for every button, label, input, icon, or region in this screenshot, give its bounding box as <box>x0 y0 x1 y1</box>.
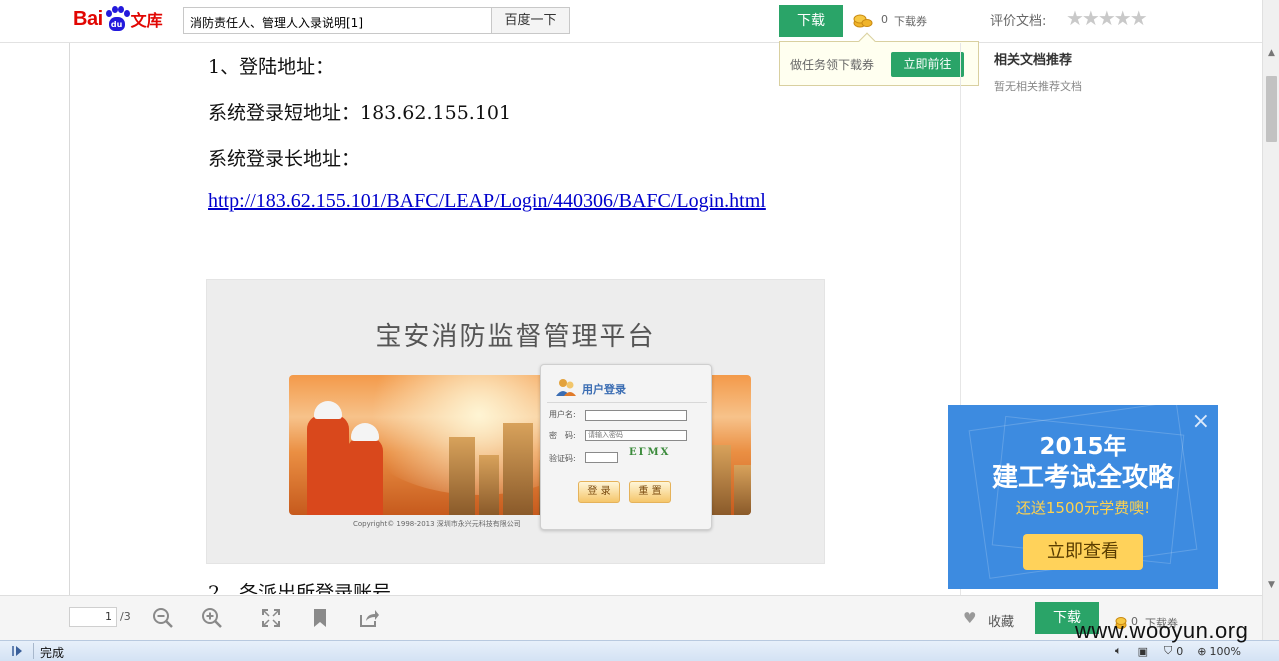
captcha-label: 验证码: <box>549 454 576 463</box>
task-popup-text: 做任务领下载券 <box>790 58 875 72</box>
platform-title: 宝安消防监督管理平台 <box>375 322 656 352</box>
search-input[interactable]: 消防责任人、管理人入录说明[1] <box>183 7 492 34</box>
scroll-down-arrow-icon[interactable]: ▼ <box>1263 576 1279 594</box>
logo-text-du: du <box>108 17 125 31</box>
captcha-image: ЕГМХ <box>629 447 671 458</box>
username-field <box>585 410 687 421</box>
status-tray: 🔈︎ ▣ ⛉ 0 ⊕ 100% <box>1115 643 1241 659</box>
password-field: 请输入密码 <box>585 430 687 441</box>
zoom-out-icon[interactable] <box>152 607 174 629</box>
rating-stars[interactable]: ★★★★★ <box>1066 8 1148 28</box>
ad-subtitle: 还送1500元学费噢! <box>1015 499 1151 517</box>
firefighter-figure <box>307 401 349 515</box>
password-label: 密 码: <box>549 431 576 440</box>
task-popup: 做任务领下载券 立即前往 <box>779 32 979 86</box>
reader-toolbar: 1 /3 ♥ 收藏 下载 0 下载券 <box>0 595 1262 640</box>
doc-short-address: 系统登录短地址：183.62.155.101 <box>208 102 512 124</box>
screenshot-copyright: Copyright© 1998-2013 深圳市永兴元科技有限公司 <box>353 520 521 528</box>
embedded-login-screenshot: 宝安消防监督管理平台 Copyright© 1998-2013 深圳市永兴元科技… <box>206 279 825 564</box>
page-total: /3 <box>120 610 131 623</box>
go-now-button[interactable]: 立即前往 <box>891 52 964 77</box>
doc-heading-login-address: 1、登陆地址： <box>208 56 335 78</box>
top-bar: Bai du 文库 消防责任人、管理人入录说明[1] 百度一下 下载 0 下载券… <box>0 0 1279 43</box>
username-label: 用户名: <box>549 410 576 419</box>
logo-text-bai: Bai <box>73 7 103 30</box>
ad-title: 建工考试全攻略 <box>991 463 1174 493</box>
zoom-icon[interactable]: ⊕ <box>1197 645 1206 658</box>
captcha-field <box>585 452 618 463</box>
page-status-icon <box>12 646 22 656</box>
download-button[interactable]: 下载 <box>779 5 843 37</box>
scroll-thumb[interactable] <box>1266 76 1277 142</box>
exam-ad-banner[interactable]: × 2015年 建工考试全攻略 还送1500元学费噢! 立即查看 <box>948 405 1218 589</box>
logo-text-wenku: 文库 <box>130 11 163 30</box>
network-icon[interactable]: ▣ <box>1138 645 1148 658</box>
zoom-in-icon[interactable] <box>201 607 223 629</box>
favorite-button[interactable]: 收藏 <box>988 611 1014 630</box>
heart-icon[interactable]: ♥ <box>963 609 976 627</box>
scroll-up-arrow-icon[interactable]: ▲ <box>1263 44 1279 62</box>
reset-button-image: 重 置 <box>629 481 671 503</box>
page-number-input[interactable]: 1 <box>69 607 117 627</box>
status-text: 完成 <box>40 646 65 660</box>
login-button-image: 登 录 <box>578 481 620 503</box>
ad-view-now-button[interactable]: 立即查看 <box>1023 534 1143 570</box>
doc-long-address-label: 系统登录长地址： <box>208 148 361 170</box>
shield-icon[interactable]: ⛉ <box>1164 644 1172 658</box>
bookmark-icon[interactable] <box>309 607 331 629</box>
related-docs-empty: 暂无相关推荐文档 <box>994 80 1082 93</box>
volume-icon[interactable]: 🔈︎ <box>1115 644 1122 658</box>
firefighter-figure <box>347 423 383 515</box>
login-title: 用户登录 <box>582 383 626 396</box>
ad-year: 2015年 <box>1039 434 1127 460</box>
search-button[interactable]: 百度一下 <box>491 7 570 34</box>
baidu-wenku-logo[interactable]: Bai du 文库 <box>73 4 163 34</box>
wooyun-watermark: www.wooyun.org <box>1075 618 1249 643</box>
document-left-border <box>69 43 70 595</box>
baidu-paw-icon: du <box>104 6 130 32</box>
coin-count: 0 <box>881 13 888 26</box>
users-icon <box>556 379 576 396</box>
share-icon[interactable] <box>358 607 380 629</box>
zoom-level[interactable]: 100% <box>1209 645 1240 658</box>
blocked-count: 0 <box>1176 644 1184 658</box>
rate-document-label: 评价文档: <box>990 14 1047 29</box>
coin-label: 下载券 <box>894 15 927 28</box>
login-panel: 用户登录 用户名: 密 码: 请输入密码 验证码: ЕГМХ 登 录 重 置 <box>540 364 712 530</box>
vertical-scrollbar[interactable]: ▲ ▼ <box>1262 0 1279 640</box>
coin-icon <box>853 14 873 28</box>
doc-login-link[interactable]: http://183.62.155.101/BAFC/LEAP/Login/44… <box>208 190 766 213</box>
doc-next-heading: 2、各派出所登录账号 <box>208 582 392 594</box>
fullscreen-icon[interactable] <box>260 607 282 629</box>
related-docs-title: 相关文档推荐 <box>994 53 1073 68</box>
